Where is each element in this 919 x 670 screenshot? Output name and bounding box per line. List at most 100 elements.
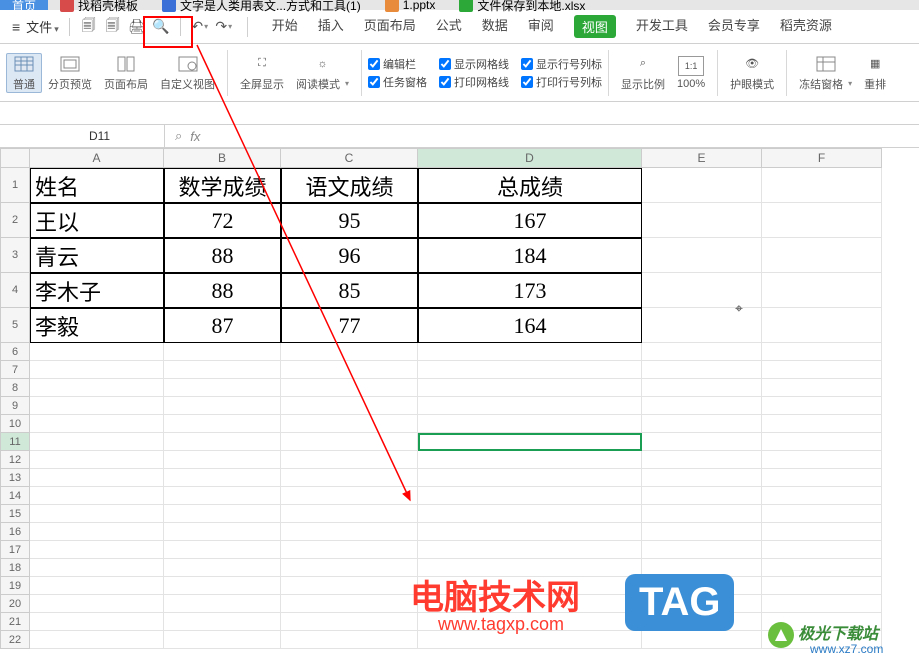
cell[interactable] xyxy=(164,577,281,595)
cell[interactable] xyxy=(164,541,281,559)
cell[interactable]: 88 xyxy=(164,238,281,273)
save-icon[interactable]: 🗐 xyxy=(80,18,98,36)
eye-protect[interactable]: 👁护眼模式 xyxy=(724,54,780,92)
cell[interactable] xyxy=(30,415,164,433)
cell[interactable] xyxy=(418,451,642,469)
cell[interactable] xyxy=(30,451,164,469)
check-task-pane[interactable]: 任务窗格 xyxy=(368,74,427,90)
cell[interactable] xyxy=(642,343,762,361)
cell[interactable] xyxy=(164,505,281,523)
cell[interactable] xyxy=(762,203,882,238)
rearrange[interactable]: ▦重排 xyxy=(858,54,892,92)
cell[interactable] xyxy=(642,541,762,559)
cell[interactable]: 总成绩 xyxy=(418,168,642,203)
cell[interactable] xyxy=(281,577,418,595)
cell[interactable] xyxy=(762,487,882,505)
cell[interactable] xyxy=(418,379,642,397)
name-box[interactable]: D11 xyxy=(35,125,165,147)
row-header[interactable]: 6 xyxy=(0,343,30,361)
cell[interactable] xyxy=(642,168,762,203)
cell[interactable] xyxy=(642,361,762,379)
cell[interactable] xyxy=(762,379,882,397)
row-header[interactable]: 10 xyxy=(0,415,30,433)
row-header[interactable]: 9 xyxy=(0,397,30,415)
cancel-fx-icon[interactable]: ⌕ xyxy=(175,128,182,144)
tab-page-layout[interactable]: 页面布局 xyxy=(364,15,416,38)
cell[interactable] xyxy=(762,168,882,203)
row-header[interactable]: 19 xyxy=(0,577,30,595)
tab-resource[interactable]: 稻壳资源 xyxy=(780,15,832,38)
cell[interactable] xyxy=(642,631,762,649)
cell[interactable]: 72 xyxy=(164,203,281,238)
select-all-corner[interactable] xyxy=(0,148,30,168)
tab-home[interactable]: 首页 xyxy=(0,0,48,10)
row-header[interactable]: 18 xyxy=(0,559,30,577)
cell[interactable]: 85 xyxy=(281,273,418,308)
col-header-D[interactable]: D xyxy=(418,148,642,168)
cell[interactable] xyxy=(762,397,882,415)
cell[interactable] xyxy=(762,433,882,451)
tab-dev[interactable]: 开发工具 xyxy=(636,15,688,38)
cell[interactable] xyxy=(762,577,882,595)
cell[interactable] xyxy=(418,505,642,523)
row-header[interactable]: 1 xyxy=(0,168,30,203)
cell[interactable] xyxy=(164,361,281,379)
cell[interactable] xyxy=(762,361,882,379)
cell[interactable]: 李木子 xyxy=(30,273,164,308)
cell[interactable] xyxy=(281,451,418,469)
cell[interactable]: 王以 xyxy=(30,203,164,238)
cell[interactable] xyxy=(418,343,642,361)
cell[interactable] xyxy=(281,343,418,361)
cell[interactable] xyxy=(164,451,281,469)
cell[interactable] xyxy=(164,631,281,649)
cell[interactable] xyxy=(30,397,164,415)
cell[interactable] xyxy=(281,361,418,379)
cell[interactable] xyxy=(281,523,418,541)
cell[interactable] xyxy=(281,505,418,523)
cell[interactable] xyxy=(30,433,164,451)
cell[interactable] xyxy=(164,469,281,487)
cell[interactable] xyxy=(164,343,281,361)
cell[interactable] xyxy=(30,595,164,613)
check-show-headings[interactable]: 显示行号列标 xyxy=(521,56,602,72)
cell[interactable]: 96 xyxy=(281,238,418,273)
cell[interactable] xyxy=(642,379,762,397)
cell[interactable]: 李毅 xyxy=(30,308,164,343)
row-header[interactable]: 5 xyxy=(0,308,30,343)
cell[interactable] xyxy=(281,415,418,433)
cell[interactable]: 数学成绩 xyxy=(164,168,281,203)
row-header[interactable]: 12 xyxy=(0,451,30,469)
cell[interactable] xyxy=(30,631,164,649)
cell[interactable]: 姓名 xyxy=(30,168,164,203)
tab-start[interactable]: 开始 xyxy=(272,15,298,38)
cell[interactable] xyxy=(281,469,418,487)
tab-ppt[interactable]: 1.pptx xyxy=(373,0,448,10)
row-header[interactable]: 11 xyxy=(0,433,30,451)
cell[interactable]: 87 xyxy=(164,308,281,343)
zoom-button[interactable]: ⌕显示比例 xyxy=(615,54,671,92)
cell[interactable] xyxy=(418,541,642,559)
cell[interactable] xyxy=(281,541,418,559)
cell[interactable] xyxy=(642,505,762,523)
print-icon[interactable]: 🖨 xyxy=(128,18,146,36)
tab-xlsx[interactable]: 文件保存到本地.xlsx xyxy=(447,0,597,10)
cell[interactable] xyxy=(30,487,164,505)
row-header[interactable]: 20 xyxy=(0,595,30,613)
cell[interactable]: 77 xyxy=(281,308,418,343)
col-header-C[interactable]: C xyxy=(281,148,418,168)
cell[interactable] xyxy=(30,541,164,559)
view-normal[interactable]: 普通 xyxy=(6,53,42,93)
view-page-layout[interactable]: 页面布局 xyxy=(98,54,154,92)
col-header-B[interactable]: B xyxy=(164,148,281,168)
cell[interactable] xyxy=(762,505,882,523)
cell[interactable] xyxy=(418,415,642,433)
cell[interactable] xyxy=(281,559,418,577)
cell[interactable] xyxy=(762,415,882,433)
check-show-grid[interactable]: 显示网格线 xyxy=(439,56,509,72)
cell[interactable] xyxy=(281,631,418,649)
cell[interactable] xyxy=(762,469,882,487)
cell[interactable] xyxy=(30,343,164,361)
cell[interactable] xyxy=(30,577,164,595)
cell[interactable] xyxy=(281,595,418,613)
cell[interactable] xyxy=(642,203,762,238)
